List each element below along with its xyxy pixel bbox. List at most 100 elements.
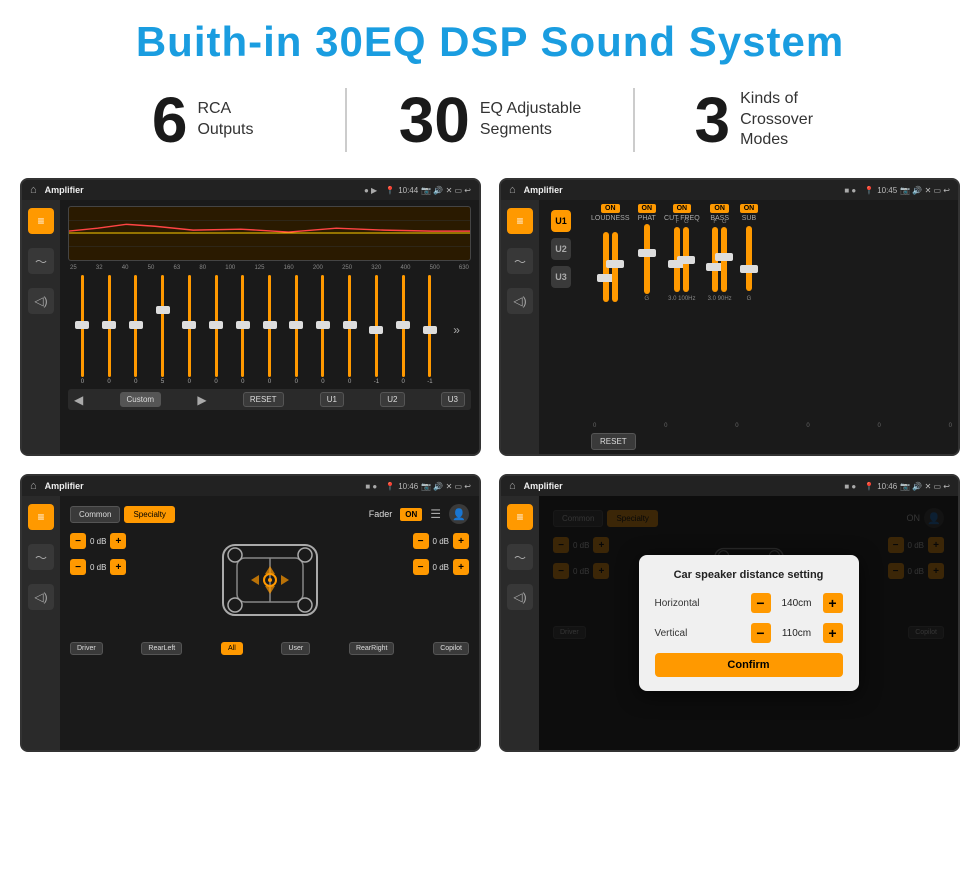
vol-minus-3[interactable]: −	[413, 533, 429, 549]
distance-modal-overlay: Car speaker distance setting Horizontal …	[539, 496, 958, 750]
tab-common[interactable]: Common	[70, 506, 120, 523]
eq-slider-8[interactable]: 0	[257, 275, 282, 385]
modal-vertical-label: Vertical	[655, 628, 715, 639]
home-icon-3[interactable]: ⌂	[30, 480, 37, 492]
loc-user[interactable]: User	[281, 642, 310, 655]
stat-rca: 6 RCA Outputs	[60, 88, 347, 152]
vol-minus-1[interactable]: −	[70, 533, 86, 549]
crossover-spk-icon[interactable]: ◁)	[507, 288, 533, 314]
stat-desc-crossover: Kinds of Crossover Modes	[740, 89, 860, 151]
left-vol-controls: − 0 dB + − 0 dB +	[70, 530, 126, 578]
eq-reset-btn[interactable]: RESET	[243, 392, 284, 407]
eq-prev-btn[interactable]: ◀	[74, 393, 83, 407]
vol-plus-3[interactable]: +	[453, 533, 469, 549]
eq-slider-10[interactable]: 0	[311, 275, 336, 385]
loc-driver[interactable]: Driver	[70, 642, 103, 655]
vol-row-4: − 0 dB +	[413, 559, 469, 575]
u2-button[interactable]: U2	[551, 238, 571, 260]
u3-button[interactable]: U3	[551, 266, 571, 288]
eq-u2-btn[interactable]: U2	[380, 392, 404, 407]
distance-spk-icon[interactable]: ◁)	[507, 584, 533, 610]
confirm-button[interactable]: Confirm	[655, 653, 843, 677]
stat-number-crossover: 3	[695, 88, 731, 152]
vol-row-3: − 0 dB +	[413, 533, 469, 549]
tab-specialty[interactable]: Specialty	[124, 506, 174, 523]
vertical-value: 110cm	[777, 628, 817, 639]
eq-icon[interactable]: ≡	[28, 208, 54, 234]
eq-slider-11[interactable]: 0	[337, 275, 362, 385]
vol-value-4: 0 dB	[433, 563, 449, 572]
vol-plus-1[interactable]: +	[110, 533, 126, 549]
vertical-minus-btn[interactable]: −	[751, 623, 771, 643]
vol-plus-2[interactable]: +	[110, 559, 126, 575]
vertical-plus-btn[interactable]: +	[823, 623, 843, 643]
waveform-icon[interactable]: 〜	[28, 248, 54, 274]
fader-person-icon[interactable]: 👤	[449, 504, 469, 524]
eq-slider-6[interactable]: 0	[204, 275, 229, 385]
horizontal-minus-btn[interactable]: −	[751, 593, 771, 613]
eq-u3-btn[interactable]: U3	[441, 392, 465, 407]
home-icon-4[interactable]: ⌂	[509, 480, 516, 492]
eq-slider-1[interactable]: 0	[70, 275, 95, 385]
loc-copilot[interactable]: Copilot	[433, 642, 469, 655]
stat-number-eq: 30	[399, 88, 470, 152]
eq-slider-7[interactable]: 0	[230, 275, 255, 385]
distance-eq-icon[interactable]: ≡	[507, 504, 533, 530]
eq-slider-9[interactable]: 0	[284, 275, 309, 385]
distance-app-title: Amplifier	[524, 481, 841, 491]
location-buttons: Driver RearLeft All User RearRight Copil…	[64, 638, 475, 659]
vol-plus-4[interactable]: +	[453, 559, 469, 575]
eq-slider-14[interactable]: -1	[418, 275, 443, 385]
eq-slider-4[interactable]: 5	[150, 275, 175, 385]
vol-row-2: − 0 dB +	[70, 559, 126, 575]
vol-minus-2[interactable]: −	[70, 559, 86, 575]
u-buttons: U1 U2 U3	[539, 200, 583, 454]
eq-u1-btn[interactable]: U1	[320, 392, 344, 407]
u1-button[interactable]: U1	[551, 210, 571, 232]
crossover-sidebar: ≡ 〜 ◁)	[501, 200, 539, 454]
screenshots-grid: ⌂ Amplifier ● ▶ 📍 10:44 📷 🔊 ✕ ▭ ↩ ≡ 〜 ◁)	[0, 170, 980, 772]
loc-all[interactable]: All	[221, 642, 243, 655]
fader-wave-icon[interactable]: 〜	[28, 544, 54, 570]
fader-sidebar: ≡ 〜 ◁)	[22, 496, 60, 750]
horizontal-plus-btn[interactable]: +	[823, 593, 843, 613]
status-bar-distance: ⌂ Amplifier ■ ● 📍 10:46 📷 🔊 ✕ ▭ ↩	[501, 476, 958, 496]
eq-expand[interactable]: »	[444, 275, 469, 385]
fader-on-toggle[interactable]: ON	[400, 508, 422, 521]
eq-sidebar: ≡ 〜 ◁)	[22, 200, 60, 454]
vol-value-3: 0 dB	[433, 537, 449, 546]
loc-rearright[interactable]: RearRight	[349, 642, 395, 655]
fader-spk-icon[interactable]: ◁)	[28, 584, 54, 610]
eq-slider-2[interactable]: 0	[97, 275, 122, 385]
crossover-eq-icon[interactable]: ≡	[507, 208, 533, 234]
modal-title: Car speaker distance setting	[655, 569, 843, 581]
crossover-reset-btn[interactable]: RESET	[591, 433, 636, 450]
eq-preset-btn[interactable]: Custom	[120, 392, 162, 407]
fader-content: − 0 dB + − 0 dB +	[64, 526, 475, 634]
eq-next-btn[interactable]: ▶	[197, 393, 206, 407]
status-bar-crossover: ⌂ Amplifier ■ ● 📍 10:45 📷 🔊 ✕ ▭ ↩	[501, 180, 958, 200]
home-icon[interactable]: ⌂	[30, 184, 37, 196]
vol-minus-4[interactable]: −	[413, 559, 429, 575]
eq-slider-13[interactable]: 0	[391, 275, 416, 385]
screen-eq: ⌂ Amplifier ● ▶ 📍 10:44 📷 🔊 ✕ ▭ ↩ ≡ 〜 ◁)	[20, 178, 481, 456]
modal-horizontal-row: Horizontal − 140cm +	[655, 593, 843, 613]
eq-slider-5[interactable]: 0	[177, 275, 202, 385]
control-sub: ON SUB G	[740, 204, 759, 302]
car-diagram	[215, 530, 325, 630]
eq-freq-labels: 2532405063 80100125160200 25032040050063…	[68, 265, 471, 271]
home-icon-2[interactable]: ⌂	[509, 184, 516, 196]
fader-eq-icon[interactable]: ≡	[28, 504, 54, 530]
stat-eq: 30 EQ Adjustable Segments	[347, 88, 634, 152]
eq-slider-12[interactable]: -1	[364, 275, 389, 385]
crossover-main: U1 U2 U3 ON LOUDNESS	[539, 200, 958, 454]
eq-main: 2532405063 80100125160200 25032040050063…	[60, 200, 479, 454]
speaker-icon[interactable]: ◁)	[28, 288, 54, 314]
eq-slider-3[interactable]: 0	[123, 275, 148, 385]
distance-wave-icon[interactable]: 〜	[507, 544, 533, 570]
fader-app-title: Amplifier	[45, 481, 362, 491]
fader-sliders-icon: ☰	[430, 507, 441, 521]
crossover-wave-icon[interactable]: 〜	[507, 248, 533, 274]
stat-desc-rca: RCA Outputs	[197, 99, 253, 141]
loc-rearleft[interactable]: RearLeft	[141, 642, 182, 655]
